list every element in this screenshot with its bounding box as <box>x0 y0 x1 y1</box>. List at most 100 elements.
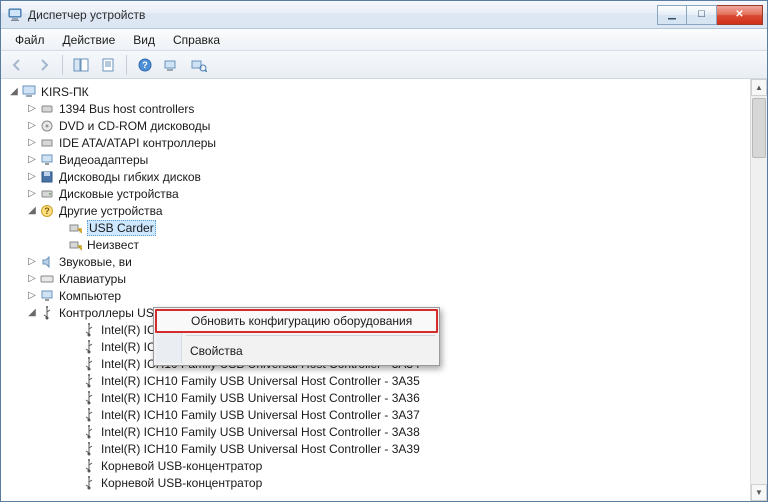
collapse-icon[interactable]: ◢ <box>25 307 39 318</box>
tree-item[interactable]: ▷ Клавиатуры <box>25 270 750 287</box>
tree-item[interactable]: ▷ Видеоадаптеры <box>25 151 750 168</box>
tree-item-label: 1394 Bus host controllers <box>59 102 194 116</box>
tree-item-label: Неизвест <box>87 238 139 252</box>
tree-item[interactable]: Корневой USB-концентратор <box>67 474 750 491</box>
app-icon <box>7 7 23 23</box>
warning-icon: ? <box>39 203 55 219</box>
tree-item[interactable]: ▷DVD и CD-ROM дисководы <box>25 117 750 134</box>
forward-button[interactable] <box>32 54 56 76</box>
scroll-down-button[interactable]: ▼ <box>751 484 767 501</box>
tree-item-label: Видеоадаптеры <box>59 153 148 167</box>
properties-button[interactable] <box>96 54 120 76</box>
expand-icon[interactable]: ▷ <box>25 290 39 301</box>
scrollbar-vertical[interactable]: ▲ ▼ <box>750 79 767 501</box>
collapse-icon[interactable]: ◢ <box>7 86 21 97</box>
scroll-thumb[interactable] <box>752 98 766 158</box>
toolbar-separator <box>62 55 63 75</box>
expand-icon[interactable]: ▷ <box>25 256 39 267</box>
tree-item[interactable]: ▷ Звуковые, ви <box>25 253 750 270</box>
scan-changes-button[interactable] <box>187 54 211 76</box>
usb-icon <box>81 322 97 338</box>
expand-icon[interactable]: ▷ <box>25 188 39 199</box>
maximize-button[interactable] <box>687 5 717 25</box>
menu-action[interactable]: Действие <box>55 31 124 49</box>
usb-icon <box>81 390 97 406</box>
tree-item[interactable]: Intel(R) ICH10 Family USB Universal Host… <box>67 372 750 389</box>
context-menu-item-label: Свойства <box>190 344 243 358</box>
expand-icon[interactable]: ▷ <box>25 120 39 131</box>
tree-item-unknown[interactable]: ! Неизвест <box>53 236 750 253</box>
context-menu: Обновить конфигурацию оборудования Свойс… <box>153 307 440 366</box>
scroll-track[interactable] <box>751 96 767 484</box>
window-title: Диспетчер устройств <box>28 8 145 22</box>
scan-hardware-button[interactable] <box>160 54 184 76</box>
disc-icon <box>39 118 55 134</box>
window-controls <box>657 5 763 25</box>
svg-text:?: ? <box>44 206 50 216</box>
show-hidden-button[interactable] <box>69 54 93 76</box>
context-menu-item-label: Обновить конфигурацию оборудования <box>191 314 412 328</box>
expand-icon[interactable]: ▷ <box>25 137 39 148</box>
disk-icon <box>39 186 55 202</box>
tree-item-label: Intel(R) ICH10 Family USB Universal Host… <box>101 425 420 439</box>
tree-item[interactable]: ▷ Дисководы гибких дисков <box>25 168 750 185</box>
usb-icon <box>81 475 97 491</box>
usb-icon <box>81 373 97 389</box>
titlebar: Диспетчер устройств <box>1 1 767 29</box>
tree-item-label: Intel(R) ICH10 Family USB Universal Host… <box>101 442 420 456</box>
warning-device-icon: ! <box>67 220 83 236</box>
tree-item[interactable]: ▷ Компьютер <box>25 287 750 304</box>
computer-icon <box>21 84 37 100</box>
close-button[interactable] <box>717 5 763 25</box>
menu-help[interactable]: Справка <box>165 31 228 49</box>
tree-item[interactable]: Корневой USB-концентратор <box>67 457 750 474</box>
keyboard-icon <box>39 271 55 287</box>
tree-item-label: Дисководы гибких дисков <box>59 170 201 184</box>
scroll-up-button[interactable]: ▲ <box>751 79 767 96</box>
usb-icon <box>81 458 97 474</box>
tree-item-label: Intel(R) ICH10 Family USB Universal Host… <box>101 374 420 388</box>
expand-icon[interactable]: ▷ <box>25 273 39 284</box>
toolbar: ? <box>1 51 767 79</box>
sound-icon <box>39 254 55 270</box>
expand-icon[interactable]: ▷ <box>25 171 39 182</box>
tree-root[interactable]: ◢ KIRS-ПК <box>7 83 750 100</box>
device-icon <box>39 101 55 117</box>
tree-item-usb-carder[interactable]: !USB Carder <box>53 219 750 236</box>
toolbar-separator <box>126 55 127 75</box>
minimize-button[interactable] <box>657 5 687 25</box>
tree-item-label: Компьютер <box>59 289 121 303</box>
tree-item[interactable]: ▷ IDE ATA/ATAPI контроллеры <box>25 134 750 151</box>
tree-item-label: Дисковые устройства <box>59 187 179 201</box>
ide-icon <box>39 135 55 151</box>
tree-item[interactable]: Intel(R) ICH10 Family USB Universal Host… <box>67 440 750 457</box>
usb-icon <box>81 407 97 423</box>
tree-item-label: Звуковые, ви <box>59 255 132 269</box>
tree-item-label: Корневой USB-концентратор <box>101 476 262 490</box>
tree-item-label: USB Carder <box>87 220 156 236</box>
usb-icon <box>39 305 55 321</box>
usb-icon <box>81 424 97 440</box>
tree-item[interactable]: Intel(R) ICH10 Family USB Universal Host… <box>67 389 750 406</box>
tree-item-label: Клавиатуры <box>59 272 126 286</box>
tree-item[interactable]: Intel(R) ICH10 Family USB Universal Host… <box>67 406 750 423</box>
expand-icon[interactable]: ▷ <box>25 154 39 165</box>
warning-device-icon: ! <box>67 237 83 253</box>
device-tree[interactable]: ◢ KIRS-ПК ▷ 1394 Bus host controllers ▷DV… <box>1 79 750 501</box>
collapse-icon[interactable]: ◢ <box>25 205 39 216</box>
expand-icon[interactable]: ▷ <box>25 103 39 114</box>
context-menu-properties[interactable]: Свойства <box>156 339 437 363</box>
help-button[interactable]: ? <box>133 54 157 76</box>
context-menu-scan-hardware[interactable]: Обновить конфигурацию оборудования <box>155 309 438 333</box>
usb-icon <box>81 441 97 457</box>
back-button[interactable] <box>5 54 29 76</box>
menu-file[interactable]: Файл <box>7 31 53 49</box>
tree-item[interactable]: Intel(R) ICH10 Family USB Universal Host… <box>67 423 750 440</box>
tree-item[interactable]: ▷ Дисковые устройства <box>25 185 750 202</box>
tree-item-other[interactable]: ◢?Другие устройства <box>25 202 750 219</box>
context-menu-separator <box>186 335 435 336</box>
menu-view[interactable]: Вид <box>125 31 163 49</box>
tree-item-label: IDE ATA/ATAPI контроллеры <box>59 136 216 150</box>
tree-item-label: Intel(R) ICH10 Family USB Universal Host… <box>101 391 420 405</box>
tree-item[interactable]: ▷ 1394 Bus host controllers <box>25 100 750 117</box>
